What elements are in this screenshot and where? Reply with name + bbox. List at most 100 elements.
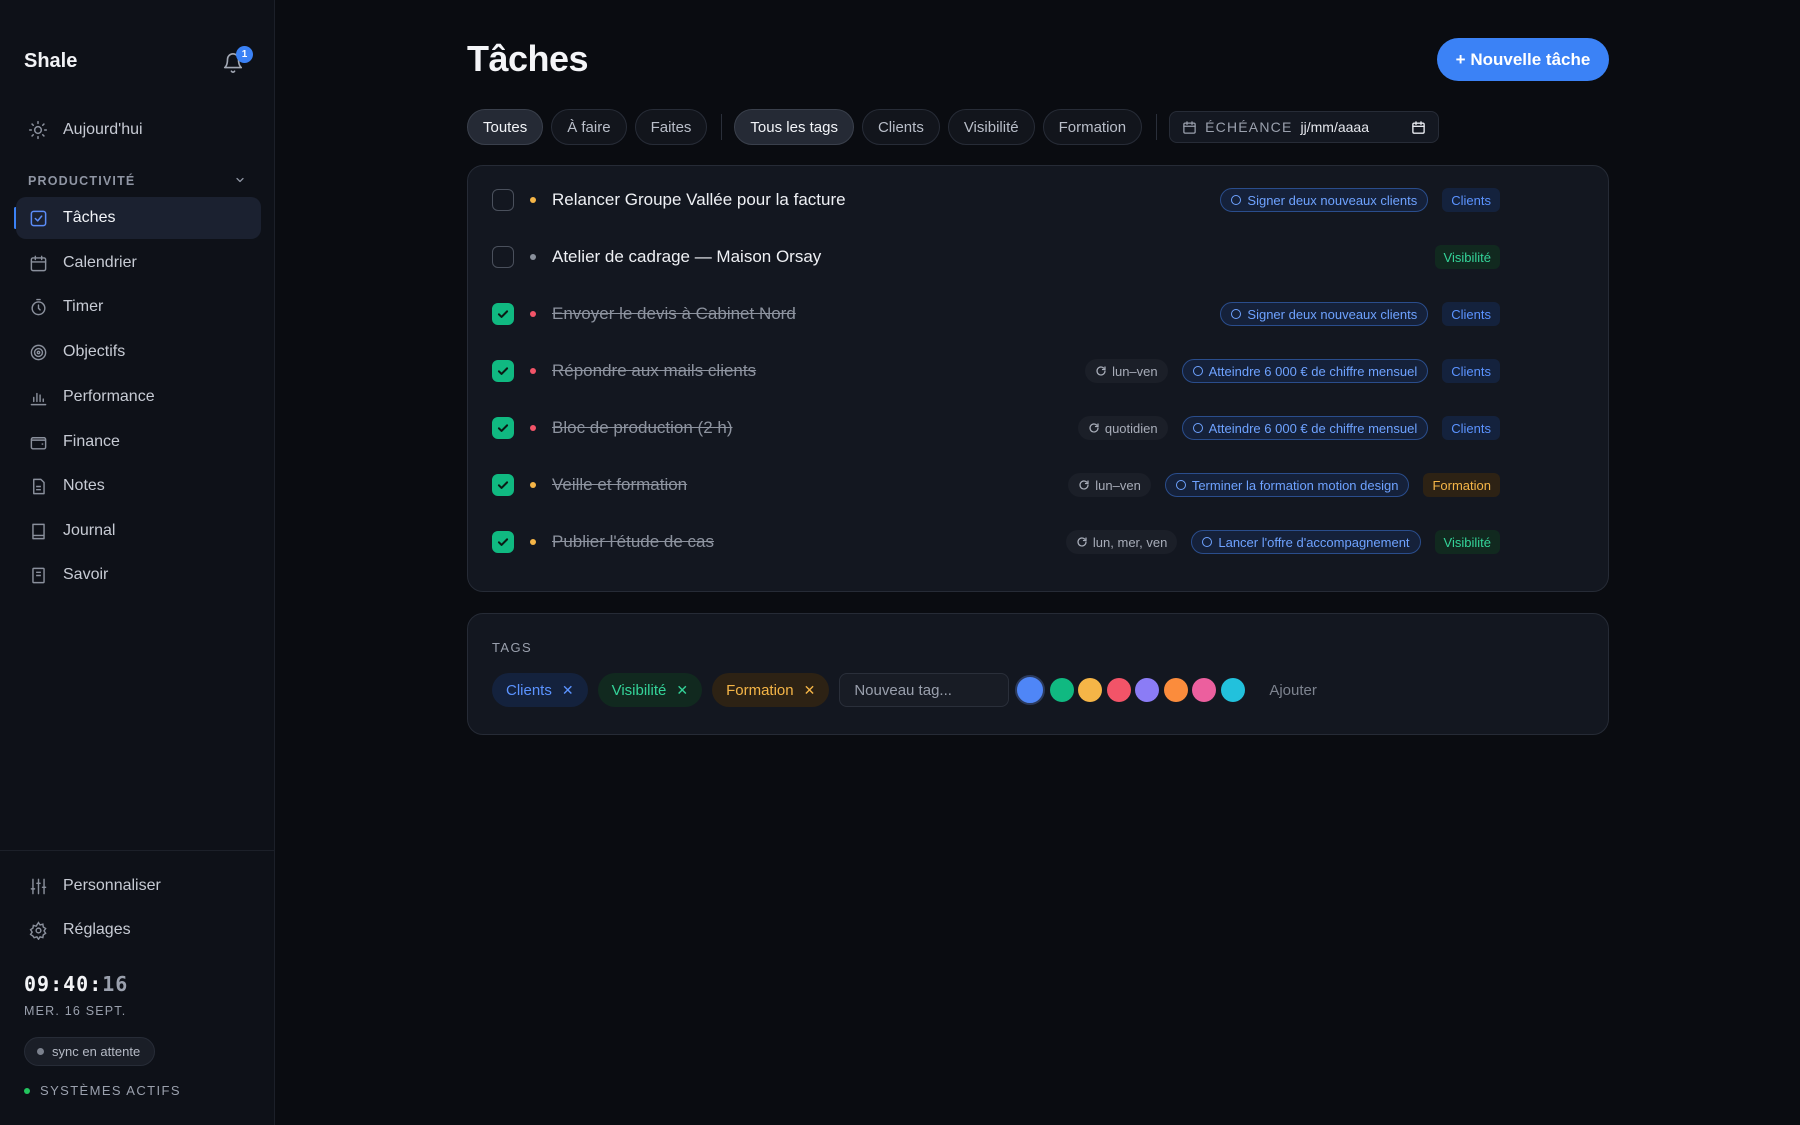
close-icon[interactable]: ✕ — [804, 682, 816, 699]
task-checkbox[interactable] — [492, 246, 514, 268]
date-picker-icon[interactable] — [1411, 120, 1426, 135]
close-icon[interactable]: ✕ — [562, 682, 574, 699]
color-swatch[interactable] — [1163, 678, 1188, 702]
filter-tag-visibilite[interactable]: Visibilité — [947, 109, 1035, 145]
tags-panel: TAGS Clients ✕ Visibilité ✕ Formation ✕ … — [467, 613, 1609, 735]
task-row[interactable]: Publier l'étude de cas lun, mer, ven Lance… — [468, 517, 1610, 567]
sidebar-item-label: Réglages — [63, 921, 131, 938]
task-checkbox[interactable] — [492, 531, 514, 553]
due-date-filter[interactable]: ÉCHÉANCE jj/mm/aaaa — [1169, 111, 1440, 143]
sidebar-item-journal[interactable]: Journal — [16, 510, 261, 552]
sidebar-item-performance[interactable]: Performance — [16, 376, 261, 418]
color-swatch[interactable] — [1192, 678, 1217, 702]
sidebar-item-taches[interactable]: Tâches — [16, 197, 261, 239]
color-swatch[interactable] — [1049, 678, 1074, 702]
filter-tag-all[interactable]: Tous les tags — [734, 109, 854, 145]
goal-badge[interactable]: Signer deux nouveaux clients — [1220, 302, 1429, 326]
sun-icon — [28, 120, 48, 140]
sidebar-item-savoir[interactable]: Savoir — [16, 554, 261, 596]
check-icon — [497, 424, 509, 432]
goal-badge[interactable]: Atteindre 6 000 € de chiffre mensuel — [1181, 359, 1429, 383]
sidebar-item-timer[interactable]: Timer — [16, 286, 261, 328]
goal-badge[interactable]: Terminer la formation motion design — [1164, 473, 1410, 497]
brand-name: Shale — [24, 50, 78, 72]
book-icon — [28, 521, 48, 541]
goal-badge[interactable]: Lancer l'offre d'accompagnement — [1191, 530, 1421, 554]
sidebar-item-label: Performance — [63, 388, 155, 405]
filter-tag-formation[interactable]: Formation — [1042, 109, 1143, 145]
recurrence-label: lun–ven — [1112, 363, 1158, 379]
task-checkbox[interactable] — [492, 303, 514, 325]
sidebar-item-objectifs[interactable]: Objectifs — [16, 331, 261, 373]
task-title[interactable]: Publier l'étude de cas — [552, 532, 714, 552]
task-checkbox[interactable] — [492, 417, 514, 439]
filter-status-faites[interactable]: Faites — [634, 109, 708, 145]
task-list: Relancer Groupe Vallée pour la facture Si… — [467, 165, 1609, 592]
new-task-button[interactable]: + Nouvelle tâche — [1437, 38, 1609, 81]
task-title[interactable]: Envoyer le devis à Cabinet Nord — [552, 304, 796, 324]
chevron-down-icon[interactable] — [234, 174, 246, 189]
tags-row: Clients ✕ Visibilité ✕ Formation ✕ Ajout… — [492, 673, 1317, 707]
tag-badge[interactable]: Visibilité — [1434, 530, 1500, 554]
sync-status-text: sync en attente — [52, 1044, 141, 1059]
task-row[interactable]: Envoyer le devis à Cabinet Nord Signer de… — [468, 289, 1610, 339]
goal-ring-icon — [1231, 195, 1242, 205]
clock: 09:40:16 — [24, 972, 128, 996]
due-date-input[interactable]: jj/mm/aaaa — [1301, 119, 1412, 135]
task-row[interactable]: Atelier de cadrage — Maison Orsay Visibil… — [468, 232, 1610, 282]
sidebar-item-reglages[interactable]: Réglages — [16, 909, 261, 951]
goal-badge[interactable]: Atteindre 6 000 € de chiffre mensuel — [1181, 416, 1429, 440]
sidebar-item-notes[interactable]: Notes — [16, 465, 261, 507]
color-swatch[interactable] — [1015, 675, 1046, 705]
due-date-label: ÉCHÉANCE — [1205, 119, 1293, 135]
color-swatch[interactable] — [1106, 678, 1131, 702]
task-checkbox[interactable] — [492, 474, 514, 496]
check-icon — [497, 538, 509, 546]
tag-pill-label: Clients — [506, 681, 552, 699]
task-row[interactable]: Relancer Groupe Vallée pour la facture Si… — [468, 175, 1610, 225]
sidebar-item-label: Objectifs — [63, 343, 126, 360]
sidebar-item-label: Savoir — [63, 566, 109, 583]
task-checkbox[interactable] — [492, 189, 514, 211]
close-icon[interactable]: ✕ — [676, 682, 688, 699]
task-title[interactable]: Relancer Groupe Vallée pour la facture — [552, 190, 846, 210]
sidebar-item-label: Calendrier — [63, 254, 137, 271]
tag-badge[interactable]: Clients — [1442, 416, 1500, 440]
task-title[interactable]: Répondre aux mails clients — [552, 361, 756, 381]
color-swatch[interactable] — [1220, 678, 1245, 702]
task-row[interactable]: Répondre aux mails clients lun–ven Atteind… — [468, 346, 1610, 396]
goal-ring-icon — [1192, 423, 1203, 433]
bar-chart-icon — [28, 387, 48, 407]
filter-status-toutes[interactable]: Toutes — [467, 109, 544, 145]
status-dot-icon — [24, 1087, 30, 1094]
tag-badge[interactable]: Clients — [1442, 359, 1500, 383]
new-tag-input[interactable] — [839, 673, 1010, 707]
sidebar-item-aujourdhui[interactable]: Aujourd'hui — [16, 109, 261, 151]
sidebar-item-personnaliser[interactable]: Personnaliser — [16, 865, 261, 907]
task-title[interactable]: Bloc de production (2 h) — [552, 418, 733, 438]
goal-ring-icon — [1231, 309, 1242, 319]
tag-badge[interactable]: Formation — [1423, 473, 1500, 497]
tag-badge[interactable]: Clients — [1442, 302, 1500, 326]
add-tag-button[interactable]: Ajouter — [1269, 682, 1317, 699]
task-row[interactable]: Veille et formation lun–ven Terminer la fo… — [468, 460, 1610, 510]
sidebar-item-calendrier[interactable]: Calendrier — [16, 242, 261, 284]
goal-badge[interactable]: Signer deux nouveaux clients — [1220, 188, 1429, 212]
task-row[interactable]: Bloc de production (2 h) quotidien Atteind… — [468, 403, 1610, 453]
filter-status-a-faire[interactable]: À faire — [551, 109, 627, 145]
check-icon — [497, 310, 509, 318]
section-label-productivite: PRODUCTIVITÉ — [28, 174, 136, 188]
color-swatch[interactable] — [1078, 678, 1103, 702]
filter-tag-clients[interactable]: Clients — [861, 109, 940, 145]
tag-badge[interactable]: Visibilité — [1434, 245, 1500, 269]
tag-pill-label: Formation — [726, 681, 794, 699]
task-checkbox[interactable] — [492, 360, 514, 382]
tag-badge[interactable]: Clients — [1442, 188, 1500, 212]
goal-label: Terminer la formation motion design — [1191, 477, 1399, 493]
clock-seconds: 16 — [102, 972, 129, 996]
color-swatch[interactable] — [1135, 678, 1160, 702]
sidebar-item-finance[interactable]: Finance — [16, 421, 261, 463]
task-title[interactable]: Atelier de cadrage — Maison Orsay — [552, 247, 821, 267]
tag-pill-label: Visibilité — [611, 681, 667, 699]
task-title[interactable]: Veille et formation — [552, 475, 687, 495]
